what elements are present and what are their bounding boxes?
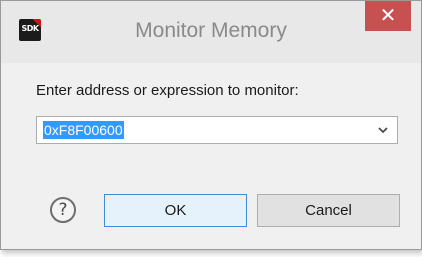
ok-button[interactable]: OK	[104, 194, 247, 227]
title-bar[interactable]: SDK Monitor Memory ✕	[1, 1, 421, 63]
monitor-memory-dialog: SDK Monitor Memory ✕ Enter address or ex…	[0, 0, 422, 250]
expression-combo-box[interactable]: 0xF8F00600	[36, 116, 398, 144]
expression-input-value[interactable]: 0xF8F00600	[43, 121, 124, 139]
dialog-title: Monitor Memory	[135, 19, 287, 42]
cancel-button[interactable]: Cancel	[257, 194, 400, 227]
expression-prompt-label: Enter address or expression to monitor:	[36, 82, 299, 99]
help-icon[interactable]: ?	[50, 197, 76, 223]
chevron-down-icon[interactable]	[377, 124, 389, 136]
sdk-app-icon: SDK	[19, 19, 41, 41]
close-icon: ✕	[379, 3, 397, 27]
app-icon-label: SDK	[21, 24, 39, 33]
close-button[interactable]: ✕	[365, 1, 411, 31]
